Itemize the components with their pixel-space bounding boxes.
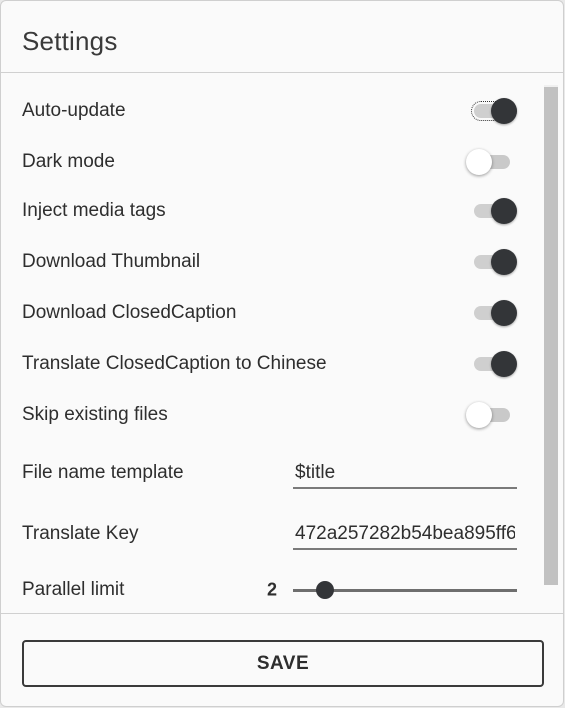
setting-row-download-thumbnail: Download Thumbnail xyxy=(1,242,531,282)
translate-closed-caption-toggle[interactable] xyxy=(472,349,518,379)
download-thumbnail-toggle[interactable] xyxy=(472,247,518,277)
toggle-thumb xyxy=(491,249,517,275)
toggle-thumb xyxy=(491,351,517,377)
setting-row-file-name-template: File name template xyxy=(1,453,531,493)
auto-update-label: Auto-update xyxy=(22,100,126,121)
dark-mode-label: Dark mode xyxy=(22,151,115,172)
translate-key-input[interactable] xyxy=(293,520,517,550)
settings-dialog: Settings Auto-update Dark mode Inject me… xyxy=(0,0,564,707)
setting-row-download-closed-caption: Download ClosedCaption xyxy=(1,293,531,333)
save-button[interactable]: SAVE xyxy=(22,640,544,687)
toggle-thumb xyxy=(491,300,517,326)
parallel-limit-value: 2 xyxy=(267,579,278,600)
file-name-template-label: File name template xyxy=(22,462,184,483)
setting-row-translate-key: Translate Key xyxy=(1,514,531,554)
dark-mode-toggle[interactable] xyxy=(466,147,514,177)
dialog-footer: SAVE xyxy=(1,613,563,706)
translate-closed-caption-label: Translate ClosedCaption to Chinese xyxy=(22,353,327,374)
skip-existing-files-toggle[interactable] xyxy=(466,400,514,430)
dialog-title: Settings xyxy=(22,26,118,56)
translate-key-label: Translate Key xyxy=(22,523,139,544)
setting-row-translate-closed-caption: Translate ClosedCaption to Chinese xyxy=(1,344,531,384)
inject-media-tags-label: Inject media tags xyxy=(22,200,166,221)
download-closed-caption-toggle[interactable] xyxy=(472,298,518,328)
parallel-limit-slider-thumb[interactable] xyxy=(316,581,334,599)
settings-list: Auto-update Dark mode Inject media tags … xyxy=(1,73,563,613)
setting-row-dark-mode: Dark mode xyxy=(1,142,531,182)
dialog-header: Settings xyxy=(1,1,563,73)
toggle-thumb xyxy=(491,98,517,124)
setting-row-auto-update: Auto-update xyxy=(1,91,531,131)
toggle-thumb xyxy=(466,402,492,428)
setting-row-parallel-limit: Parallel limit 2 xyxy=(1,570,531,610)
parallel-limit-label: Parallel limit xyxy=(22,579,125,600)
setting-row-skip-existing-files: Skip existing files xyxy=(1,395,531,435)
skip-existing-files-label: Skip existing files xyxy=(22,404,168,425)
setting-row-inject-media-tags: Inject media tags xyxy=(1,191,531,231)
download-closed-caption-label: Download ClosedCaption xyxy=(22,302,237,323)
download-thumbnail-label: Download Thumbnail xyxy=(22,251,201,272)
file-name-template-input[interactable] xyxy=(293,459,517,489)
toggle-thumb xyxy=(491,198,517,224)
toggle-thumb xyxy=(466,149,492,175)
auto-update-toggle[interactable] xyxy=(471,96,518,126)
inject-media-tags-toggle[interactable] xyxy=(472,196,518,226)
scrollbar-thumb[interactable] xyxy=(544,87,558,585)
